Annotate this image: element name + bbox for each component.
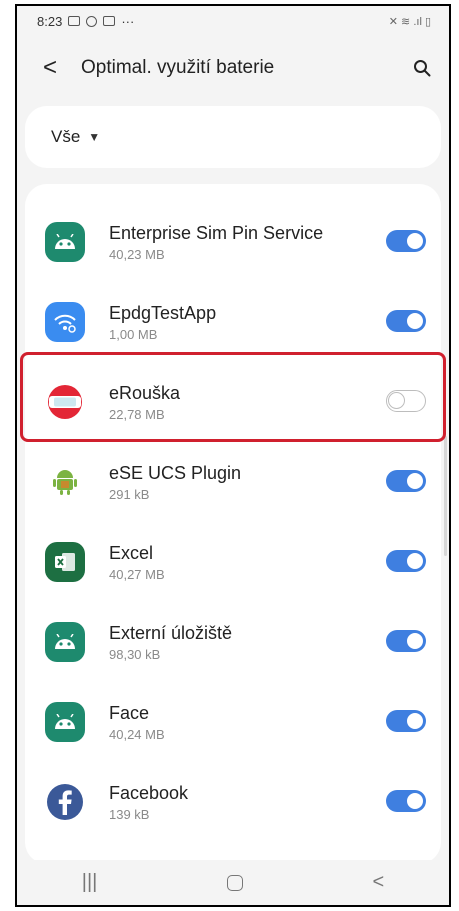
app-bar: < Optimal. využití baterie: [17, 42, 449, 94]
battery-optimization-toggle[interactable]: [386, 310, 426, 332]
battery-optimization-toggle[interactable]: [386, 710, 426, 732]
more-notifications: ···: [121, 13, 135, 29]
status-icons: ✕ ≋ .ıl ▯: [388, 15, 431, 28]
nav-back-button[interactable]: <: [373, 871, 385, 894]
clock: 8:23: [37, 13, 63, 29]
list-item-facebook[interactable]: Facebook 139 kB: [25, 762, 441, 842]
battery-optimization-toggle[interactable]: [386, 790, 426, 812]
recents-button[interactable]: |||: [82, 871, 98, 894]
status-bar: 8:23 ··· ✕ ≋ .ıl ▯: [17, 6, 449, 36]
battery-optimization-toggle[interactable]: [386, 630, 426, 652]
back-button[interactable]: <: [43, 56, 67, 80]
gallery-notification-icon: [68, 16, 81, 26]
image-notification-icon: [103, 16, 116, 26]
battery-optimization-toggle[interactable]: [386, 470, 426, 492]
filter-label: Vše: [51, 127, 81, 146]
page-title: Optimal. využití baterie: [81, 57, 275, 78]
list-item-epdgtestapp[interactable]: EpdgTestApp 1,00 MB: [25, 282, 441, 362]
scrollbar[interactable]: [444, 436, 447, 556]
list-item-face[interactable]: Face 40,24 MB: [25, 682, 441, 762]
chevron-down-icon: ▼: [88, 130, 101, 144]
battery-optimization-toggle[interactable]: [386, 390, 426, 412]
list-item-excel[interactable]: Excel 40,27 MB: [25, 522, 441, 602]
list-item-enterprise-sim-pin[interactable]: Enterprise Sim Pin Service 40,23 MB: [25, 202, 441, 282]
battery-optimization-toggle[interactable]: [386, 550, 426, 572]
list-item-ese-ucs-plugin[interactable]: eSE UCS Plugin 291 kB: [25, 442, 441, 522]
android-icon: [45, 222, 85, 262]
battery-optimization-toggle[interactable]: [386, 230, 426, 252]
list-item-externi-uloziste[interactable]: Externí úložiště 98,30 kB: [25, 602, 441, 682]
list-item-erouska[interactable]: eRouška 22,78 MB: [25, 362, 441, 442]
navigation-bar: ||| <: [17, 860, 449, 905]
home-button[interactable]: [226, 874, 243, 891]
filter-dropdown[interactable]: Vše ▼: [25, 106, 441, 168]
android-icon: [45, 702, 85, 742]
android-icon: [45, 622, 85, 662]
phone-screen: 8:23 ··· ✕ ≋ .ıl ▯ < Optimal. využití ba…: [15, 4, 451, 907]
search-icon[interactable]: [413, 59, 431, 77]
facebook-icon: [45, 782, 85, 822]
excel-icon: [45, 542, 85, 582]
app-list: Enterprise Sim Pin Service 40,23 MB Epdg…: [25, 184, 441, 864]
android-robot-icon: [45, 462, 85, 502]
shield-notification-icon: [86, 15, 98, 27]
erouska-icon: [45, 382, 85, 422]
wifi-settings-icon: [45, 302, 85, 342]
